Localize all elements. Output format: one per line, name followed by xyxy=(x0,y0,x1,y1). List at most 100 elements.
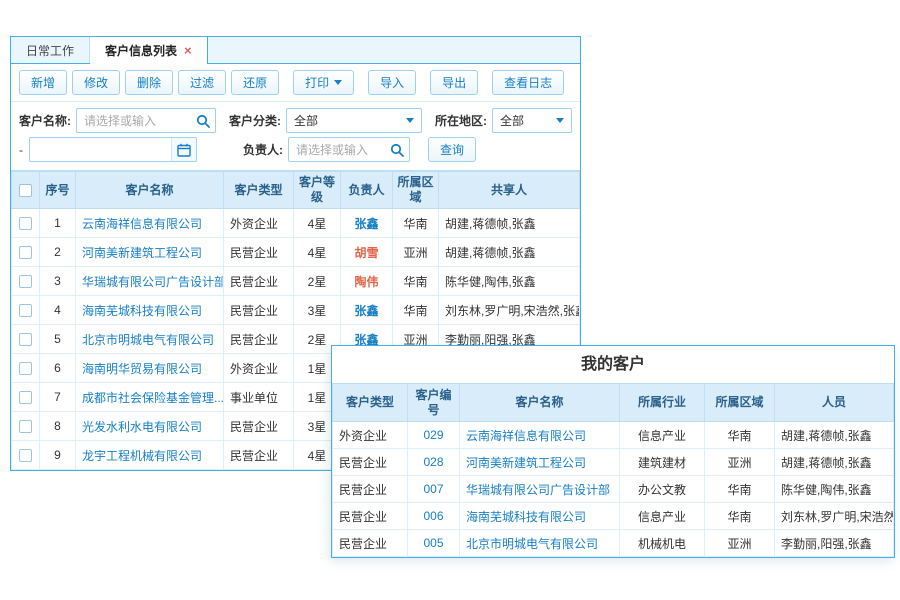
my-customer-row[interactable]: 外资企业029云南海祥信息有限公司信息产业华南胡建,蒋德帧,张鑫 xyxy=(333,422,894,449)
add-button[interactable]: 新增 xyxy=(19,70,67,95)
row-checkbox[interactable] xyxy=(19,391,32,404)
customer-name-link[interactable]: 河南美新建筑工程公司 xyxy=(82,246,202,260)
customer-name-link[interactable]: 海南芜城科技有限公司 xyxy=(466,510,586,524)
export-button[interactable]: 导出 xyxy=(430,70,478,95)
customer-name-link[interactable]: 龙宇工程机械有限公司 xyxy=(82,449,202,463)
customer-code-link[interactable]: 028 xyxy=(423,455,443,469)
customer-name-link[interactable]: 北京市明城电气有限公司 xyxy=(82,333,214,347)
customer-category-value: 全部 xyxy=(294,112,318,129)
header-customer-level[interactable]: 客户等级 xyxy=(294,172,341,209)
header-people[interactable]: 人员 xyxy=(775,384,894,422)
customer-name-cell: 北京市明城电气有限公司 xyxy=(460,530,620,557)
customer-name-cell: 海南明华贸易有限公司 xyxy=(76,354,224,383)
owner-cell: 胡雪 xyxy=(341,238,393,267)
customer-name-link[interactable]: 海南芜城科技有限公司 xyxy=(82,304,202,318)
industry-cell: 建筑建材 xyxy=(620,449,705,476)
customer-name-cell: 云南海祥信息有限公司 xyxy=(76,209,224,238)
people-cell: 李勤丽,阳强,张鑫 xyxy=(775,530,894,557)
customer-name-link[interactable]: 光发水利水电有限公司 xyxy=(82,420,202,434)
customer-name-cell: 河南美新建筑工程公司 xyxy=(460,449,620,476)
my-customer-row[interactable]: 民营企业006海南芜城科技有限公司信息产业华南刘东林,罗广明,宋浩然... xyxy=(333,503,894,530)
restore-button[interactable]: 还原 xyxy=(231,70,279,95)
my-customer-row[interactable]: 民营企业005北京市明城电气有限公司机械机电亚洲李勤丽,阳强,张鑫 xyxy=(333,530,894,557)
delete-button[interactable]: 删除 xyxy=(125,70,173,95)
customer-row[interactable]: 4海南芜城科技有限公司民营企业3星张鑫华南刘东林,罗广明,宋浩然,张鑫 xyxy=(12,296,580,325)
region-filter: 所在地区: 全部 xyxy=(435,108,572,133)
customer-name-link[interactable]: 华瑞城有限公司广告设计部 xyxy=(82,275,224,289)
row-checkbox[interactable] xyxy=(19,333,32,346)
header-customer-name[interactable]: 客户名称 xyxy=(460,384,620,422)
customer-name-link[interactable]: 北京市明城电气有限公司 xyxy=(466,537,598,551)
checkbox-cell xyxy=(12,325,40,354)
row-checkbox[interactable] xyxy=(19,362,32,375)
header-no[interactable]: 序号 xyxy=(40,172,76,209)
customer-code-cell: 028 xyxy=(408,449,460,476)
header-customer-type[interactable]: 客户类型 xyxy=(224,172,294,209)
my-customers-table-body: 外资企业029云南海祥信息有限公司信息产业华南胡建,蒋德帧,张鑫民营企业028河… xyxy=(333,422,894,557)
view-log-button[interactable]: 查看日志 xyxy=(492,70,564,95)
row-checkbox[interactable] xyxy=(19,304,32,317)
header-customer-type[interactable]: 客户类型 xyxy=(333,384,408,422)
customer-type-cell: 民营企业 xyxy=(224,441,294,470)
people-cell: 胡建,蒋德帧,张鑫 xyxy=(775,422,894,449)
industry-cell: 信息产业 xyxy=(620,422,705,449)
my-customer-row[interactable]: 民营企业007华瑞城有限公司广告设计部办公文教华南陈华健,陶伟,张鑫 xyxy=(333,476,894,503)
row-checkbox[interactable] xyxy=(19,449,32,462)
tab-customer-list[interactable]: 客户信息列表 × xyxy=(90,37,208,63)
query-button[interactable]: 查询 xyxy=(428,137,476,162)
owner-cell: 张鑫 xyxy=(341,209,393,238)
owner-label: 负责人: xyxy=(243,141,283,158)
customer-category-select[interactable]: 全部 xyxy=(286,108,422,133)
checkbox-cell xyxy=(12,209,40,238)
row-checkbox[interactable] xyxy=(19,420,32,433)
my-customers-table: 客户类型 客户编号 客户名称 所属行业 所属区域 人员 外资企业029云南海祥信… xyxy=(332,383,894,557)
header-industry[interactable]: 所属行业 xyxy=(620,384,705,422)
row-checkbox[interactable] xyxy=(19,275,32,288)
row-index: 4 xyxy=(40,296,76,325)
calendar-icon[interactable] xyxy=(171,138,196,161)
customer-name-link[interactable]: 云南海祥信息有限公司 xyxy=(82,217,202,231)
header-customer-name[interactable]: 客户名称 xyxy=(76,172,224,209)
import-button[interactable]: 导入 xyxy=(368,70,416,95)
header-region[interactable]: 所属区域 xyxy=(705,384,775,422)
owner-link[interactable]: 张鑫 xyxy=(354,304,378,318)
region-select[interactable]: 全部 xyxy=(492,108,572,133)
customer-row[interactable]: 3华瑞城有限公司广告设计部民营企业2星陶伟华南陈华健,陶伟,张鑫 xyxy=(12,267,580,296)
owner-link[interactable]: 张鑫 xyxy=(354,217,378,231)
customer-code-link[interactable]: 006 xyxy=(423,509,443,523)
tab-bar: 日常工作 客户信息列表 × xyxy=(11,37,580,64)
customer-name-link[interactable]: 成都市社会保险基金管理... xyxy=(82,391,224,405)
search-icon[interactable] xyxy=(385,138,409,161)
customer-name-link[interactable]: 华瑞城有限公司广告设计部 xyxy=(466,483,610,497)
header-customer-code[interactable]: 客户编号 xyxy=(408,384,460,422)
edit-button[interactable]: 修改 xyxy=(72,70,120,95)
owner-link[interactable]: 胡雪 xyxy=(354,246,378,260)
filter-button[interactable]: 过滤 xyxy=(178,70,226,95)
customer-name-link[interactable]: 云南海祥信息有限公司 xyxy=(466,429,586,443)
close-tab-icon[interactable]: × xyxy=(184,44,192,57)
customer-code-link[interactable]: 007 xyxy=(423,482,443,496)
row-index: 5 xyxy=(40,325,76,354)
header-shared[interactable]: 共享人 xyxy=(439,172,580,209)
print-button[interactable]: 打印 xyxy=(293,70,354,95)
customer-code-link[interactable]: 029 xyxy=(423,428,443,442)
customer-code-link[interactable]: 005 xyxy=(423,536,443,550)
customer-level-cell: 3星 xyxy=(294,296,341,325)
owner-link[interactable]: 陶伟 xyxy=(354,275,378,289)
header-owner[interactable]: 负责人 xyxy=(341,172,393,209)
row-index: 6 xyxy=(40,354,76,383)
row-checkbox[interactable] xyxy=(19,246,32,259)
customer-name-link[interactable]: 海南明华贸易有限公司 xyxy=(82,362,202,376)
tab-daily-work[interactable]: 日常工作 xyxy=(11,37,90,63)
select-all-checkbox[interactable] xyxy=(19,184,32,197)
customer-level-cell: 4星 xyxy=(294,238,341,267)
header-region[interactable]: 所属区域 xyxy=(393,172,439,209)
customer-row[interactable]: 1云南海祥信息有限公司外资企业4星张鑫华南胡建,蒋德帧,张鑫 xyxy=(12,209,580,238)
row-checkbox[interactable] xyxy=(19,217,32,230)
search-icon[interactable] xyxy=(191,109,215,132)
customer-name-link[interactable]: 河南美新建筑工程公司 xyxy=(466,456,586,470)
customer-row[interactable]: 2河南美新建筑工程公司民营企业4星胡雪亚洲胡建,蒋德帧,张鑫 xyxy=(12,238,580,267)
select-all-cell xyxy=(12,172,40,209)
row-index: 9 xyxy=(40,441,76,470)
my-customer-row[interactable]: 民营企业028河南美新建筑工程公司建筑建材亚洲胡建,蒋德帧,张鑫 xyxy=(333,449,894,476)
